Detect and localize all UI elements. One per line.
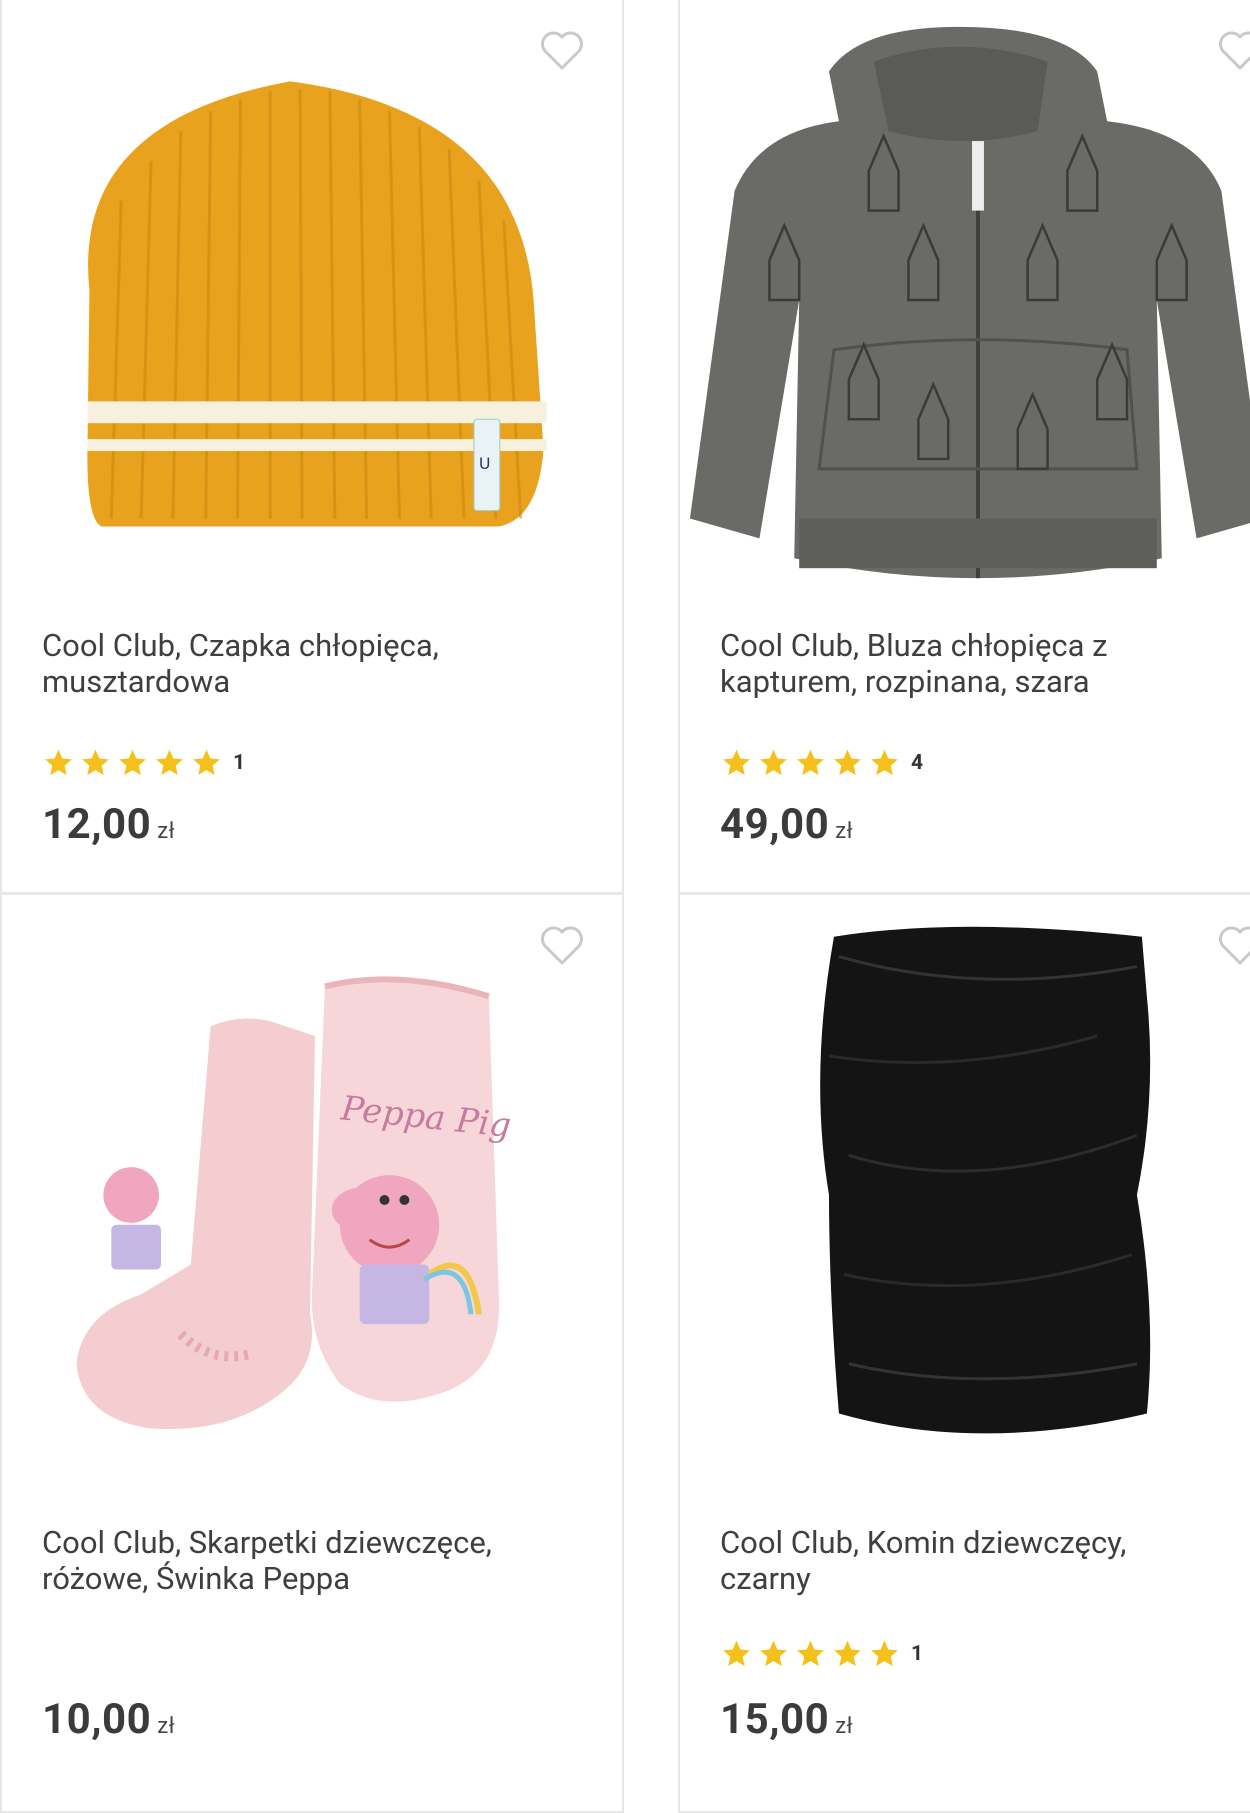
product-title[interactable]: Cool Club, Skarpetki dziewczęce, różowe,… xyxy=(42,1525,582,1597)
product-title-line: Cool Club, Czapka chłopięca, xyxy=(42,627,439,664)
star-icon xyxy=(760,1640,787,1666)
socks-image: Peppa Pig xyxy=(76,976,513,1430)
price-currency: zł xyxy=(157,1714,176,1739)
beanie-image: U xyxy=(87,81,547,527)
product-title-line: czarny xyxy=(720,1560,811,1597)
price-currency: zł xyxy=(835,1714,854,1739)
product-image[interactable]: Peppa Pig xyxy=(2,895,622,1495)
snood-image xyxy=(820,926,1151,1434)
product-title-line: Cool Club, Bluza chłopięca z xyxy=(720,627,1108,664)
price-currency: zł xyxy=(157,819,176,844)
star-icon xyxy=(834,1640,861,1666)
star-icon xyxy=(193,749,220,775)
star-icon xyxy=(871,749,898,775)
price-amount: 15,00 xyxy=(720,1695,830,1744)
product-price: 15,00 zł xyxy=(720,1695,853,1744)
product-card[interactable]: Cool Club, Bluza chłopięca z kapturem, r… xyxy=(678,0,1250,894)
star-icon xyxy=(723,749,750,775)
rating-count: 4 xyxy=(911,751,924,775)
star-icon xyxy=(82,749,109,775)
product-title-line: różowe, Świnka Peppa xyxy=(42,1560,351,1597)
hoodie-image xyxy=(689,26,1250,579)
rating-stars: 1 xyxy=(720,1637,923,1671)
product-price: 12,00 zł xyxy=(42,800,175,849)
product-image[interactable] xyxy=(680,0,1250,600)
price-amount: 12,00 xyxy=(42,800,152,849)
favorite-heart-icon[interactable] xyxy=(538,28,586,72)
product-grid: U Cool Club, Czapka chłopięca, musztardo… xyxy=(0,0,1250,1813)
star-icon xyxy=(156,749,183,775)
star-icon xyxy=(871,1640,898,1666)
product-title[interactable]: Cool Club, Komin dziewczęcy, czarny xyxy=(720,1525,1250,1597)
price-currency: zł xyxy=(835,819,854,844)
product-title-line: Cool Club, Komin dziewczęcy, xyxy=(720,1524,1127,1561)
star-icon xyxy=(797,1640,824,1666)
product-image[interactable] xyxy=(680,895,1250,1495)
star-icon xyxy=(45,749,72,775)
product-title-line: musztardowa xyxy=(42,663,231,700)
favorite-heart-icon[interactable] xyxy=(538,923,586,967)
star-icon xyxy=(760,749,787,775)
product-card[interactable]: Cool Club, Komin dziewczęcy, czarny 1 15… xyxy=(678,893,1250,1813)
product-image[interactable]: U xyxy=(2,0,622,600)
product-price: 49,00 zł xyxy=(720,800,853,849)
price-amount: 49,00 xyxy=(720,800,830,849)
favorite-heart-icon[interactable] xyxy=(1216,923,1250,967)
product-title-line: Cool Club, Skarpetki dziewczęce, xyxy=(42,1524,492,1561)
favorite-heart-icon[interactable] xyxy=(1216,28,1250,72)
price-amount: 10,00 xyxy=(42,1695,152,1744)
rating-count: 1 xyxy=(233,751,246,775)
star-icon xyxy=(797,749,824,775)
rating-count: 1 xyxy=(911,1642,924,1666)
star-icon xyxy=(119,749,146,775)
svg-text:U: U xyxy=(479,454,491,473)
rating-stars: 1 xyxy=(42,746,245,780)
rating-stars: 4 xyxy=(720,746,923,780)
product-title-line: kapturem, rozpinana, szara xyxy=(720,663,1090,700)
product-title[interactable]: Cool Club, Czapka chłopięca, musztardowa xyxy=(42,628,582,700)
product-card[interactable]: Peppa Pig Cool Club, Skarpetki dziewczęc… xyxy=(0,893,624,1813)
product-title[interactable]: Cool Club, Bluza chłopięca z kapturem, r… xyxy=(720,628,1250,700)
product-card[interactable]: U Cool Club, Czapka chłopięca, musztardo… xyxy=(0,0,624,894)
product-price: 10,00 zł xyxy=(42,1695,175,1744)
star-icon xyxy=(723,1640,750,1666)
star-icon xyxy=(834,749,861,775)
